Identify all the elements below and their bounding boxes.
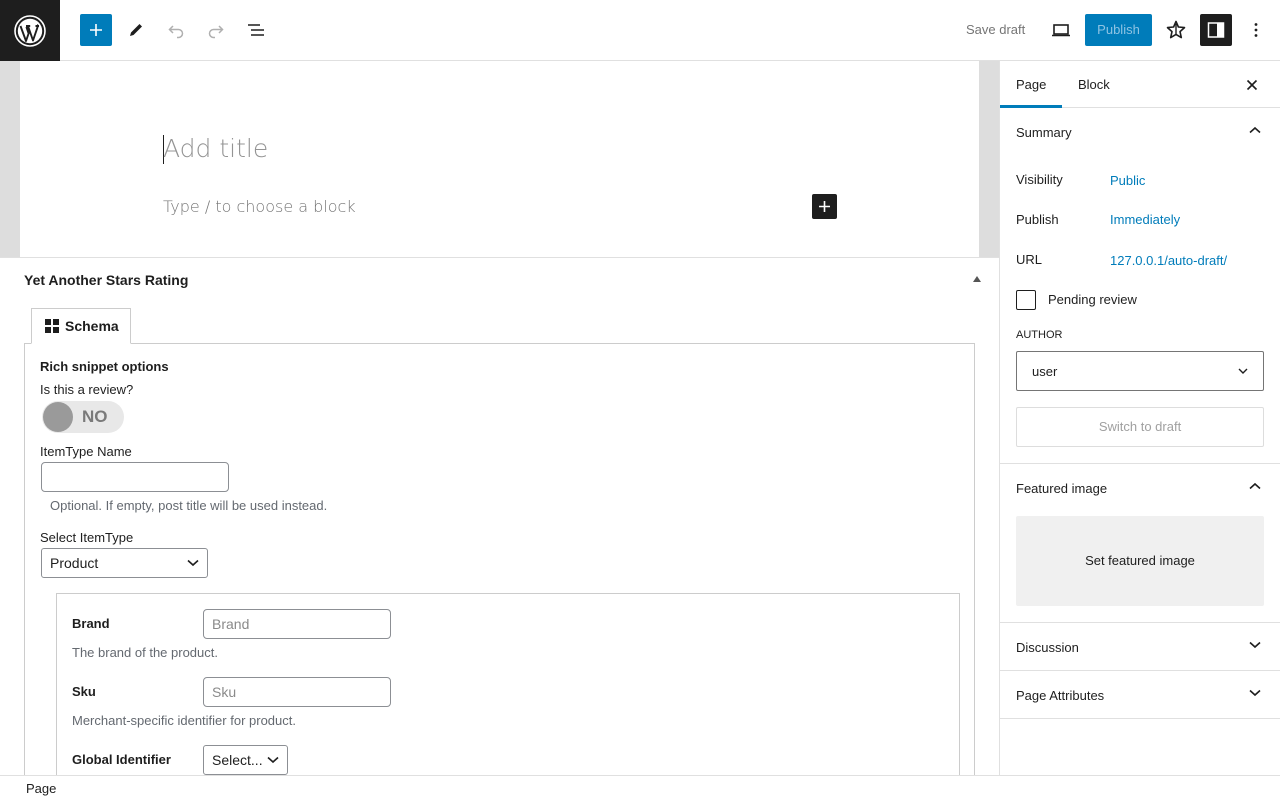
url-link[interactable]: 127.0.0.1/auto-draft/ <box>1110 253 1227 268</box>
desktop-preview-icon <box>1052 24 1070 37</box>
global-identifier-select[interactable]: Select... <box>203 745 288 775</box>
url-label: URL <box>1016 252 1043 267</box>
publish-date-link[interactable]: Immediately <box>1110 212 1180 227</box>
summary-panel-toggle[interactable]: Summary <box>1000 108 1280 156</box>
schema-panel: Rich snippet options Is this a review? N… <box>24 343 975 775</box>
tools-button[interactable] <box>120 14 152 46</box>
chevron-up-icon <box>1249 126 1261 134</box>
list-view-icon <box>248 24 264 36</box>
is-review-toggle[interactable]: NO <box>42 401 124 433</box>
select-itemtype-label: Select ItemType <box>40 530 134 545</box>
author-label: AUTHOR <box>1016 329 1063 341</box>
featured-image-title: Featured image <box>1016 480 1108 496</box>
page-attributes-title: Page Attributes <box>1016 687 1105 703</box>
redo-icon <box>208 25 224 39</box>
itemtype-name-input[interactable] <box>41 462 229 492</box>
metabox-title: Yet Another Stars Rating <box>24 272 189 288</box>
redo-button[interactable] <box>200 14 232 46</box>
settings-toggle-button[interactable] <box>1200 14 1232 46</box>
add-block-button[interactable] <box>80 14 112 46</box>
undo-icon <box>168 25 184 39</box>
sku-input[interactable]: Sku <box>203 677 391 707</box>
block-placeholder[interactable]: Type / to choose a block <box>163 197 356 216</box>
pencil-icon <box>130 24 142 36</box>
tab-page[interactable]: Page <box>1000 61 1062 108</box>
rich-snippet-heading: Rich snippet options <box>40 359 169 374</box>
itemtype-name-label: ItemType Name <box>40 444 132 459</box>
divider <box>1000 718 1280 719</box>
document-overview-button[interactable] <box>240 14 272 46</box>
editor-canvas[interactable]: Add title Type / to choose a block <box>20 61 979 257</box>
chevron-down-icon <box>1249 689 1261 697</box>
product-fields-box: Brand Brand The brand of the product. Sk… <box>56 593 960 775</box>
editor-header: Save draft Publish <box>0 0 1280 61</box>
close-icon <box>1246 79 1258 91</box>
tab-schema[interactable]: Schema <box>31 308 131 344</box>
itemtype-name-help: Optional. If empty, post title will be u… <box>50 498 328 513</box>
sidebar-icon <box>1207 22 1225 38</box>
toggle-state-text: NO <box>82 407 108 426</box>
page-attributes-panel-toggle[interactable]: Page Attributes <box>1000 671 1280 719</box>
brand-label: Brand <box>72 616 110 631</box>
chevron-down-icon <box>1238 368 1248 374</box>
global-identifier-value: Select... <box>212 752 263 768</box>
itemtype-select-value: Product <box>50 555 99 571</box>
options-button[interactable] <box>1240 14 1272 46</box>
close-sidebar-button[interactable] <box>1240 73 1264 97</box>
publish-button[interactable]: Publish <box>1085 14 1152 46</box>
tab-block[interactable]: Block <box>1062 61 1126 108</box>
sku-label: Sku <box>72 684 96 699</box>
tab-schema-label: Schema <box>65 318 119 334</box>
featured-image-panel-toggle[interactable]: Featured image <box>1000 464 1280 512</box>
grid-icon <box>45 319 59 333</box>
pending-review-checkbox[interactable] <box>1016 290 1036 310</box>
brand-placeholder: Brand <box>212 616 250 632</box>
sidebar-tabs: Page Block <box>1000 61 1280 108</box>
publish-label: Publish <box>1016 212 1059 227</box>
brand-input[interactable]: Brand <box>203 609 391 639</box>
post-title-input[interactable]: Add title <box>163 134 268 163</box>
sku-placeholder: Sku <box>212 684 237 700</box>
block-inserter-button[interactable] <box>812 194 837 219</box>
editor-footer: Page <box>0 775 1280 800</box>
sku-help: Merchant-specific identifier for product… <box>72 713 296 728</box>
plus-icon <box>819 201 830 212</box>
set-featured-image-button[interactable]: Set featured image <box>1016 516 1264 606</box>
review-question-label: Is this a review? <box>40 382 134 397</box>
metabox-toggle-icon[interactable] <box>973 276 981 282</box>
discussion-title: Discussion <box>1016 639 1079 655</box>
save-draft-button[interactable]: Save draft <box>958 14 1033 46</box>
star-icon <box>1166 20 1186 39</box>
visibility-label: Visibility <box>1016 172 1063 187</box>
global-identifier-label: Global Identifier <box>72 752 171 767</box>
editor-canvas-wrapper: Add title Type / to choose a block <box>0 61 999 257</box>
settings-sidebar: Page Block Summary Visibility Public Pub… <box>999 61 1280 775</box>
summary-title: Summary <box>1016 124 1072 140</box>
itemtype-select[interactable]: Product <box>41 548 208 578</box>
preview-button[interactable] <box>1045 14 1077 46</box>
switch-to-draft-button[interactable]: Switch to draft <box>1016 407 1264 447</box>
plus-icon <box>90 24 102 36</box>
yasr-metabox: Yet Another Stars Rating Schema Rich sni… <box>0 257 999 775</box>
chevron-down-icon <box>267 756 279 764</box>
author-select[interactable]: user <box>1016 351 1264 391</box>
brand-help: The brand of the product. <box>72 645 218 660</box>
chevron-down-icon <box>187 559 199 567</box>
toggle-knob <box>43 402 73 432</box>
author-value: user <box>1032 363 1058 379</box>
breadcrumb[interactable]: Page <box>26 781 56 796</box>
chevron-down-icon <box>1249 641 1261 649</box>
plugins-button[interactable] <box>1160 14 1192 46</box>
undo-button[interactable] <box>160 14 192 46</box>
visibility-link[interactable]: Public <box>1110 173 1145 188</box>
discussion-panel-toggle[interactable]: Discussion <box>1000 623 1280 671</box>
chevron-up-icon <box>1249 482 1261 490</box>
pending-review-label: Pending review <box>1048 292 1137 307</box>
wordpress-logo-icon[interactable] <box>0 0 60 61</box>
more-vertical-icon <box>1254 23 1258 37</box>
